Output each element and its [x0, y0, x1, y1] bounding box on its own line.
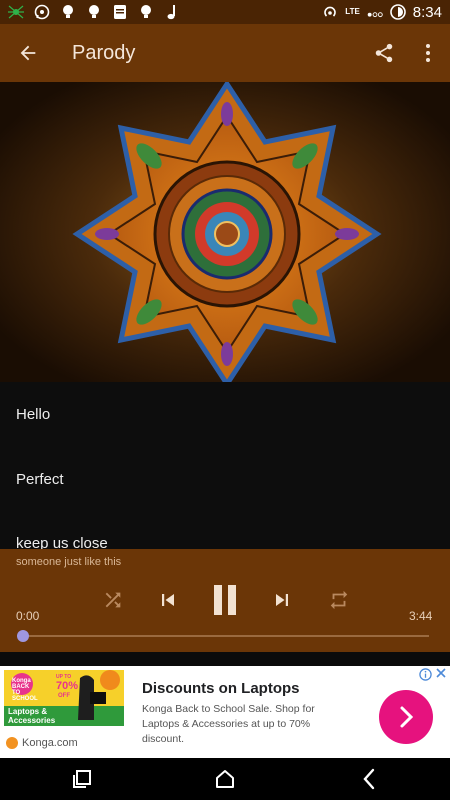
ad-title[interactable]: Discounts on Laptops [142, 680, 300, 697]
notification-icons [8, 4, 180, 20]
lyric-line: keep us close [16, 535, 108, 549]
ad-image-badge: Konga BACK TO SCHOOL [12, 678, 38, 702]
back-button[interactable] [0, 24, 56, 82]
lyric-line: Hello [16, 406, 51, 423]
shuffle-icon [105, 592, 121, 608]
elapsed-time: 0:00 [16, 609, 40, 623]
shuffle-button[interactable] [99, 582, 127, 618]
bulb-icon [138, 4, 154, 20]
pause-button[interactable] [206, 582, 244, 618]
page-title: Parody [72, 41, 136, 64]
repeat-button[interactable] [325, 582, 353, 618]
home-button[interactable] [213, 767, 237, 791]
app-bar: Parody [0, 24, 450, 82]
album-artwork [0, 82, 450, 382]
navigation-bar [0, 758, 450, 800]
ad-brand-label: Konga.com [22, 737, 78, 749]
home-icon [216, 770, 234, 788]
battery-icon [389, 4, 406, 20]
hotspot-icon [322, 4, 338, 20]
share-button[interactable] [362, 24, 406, 82]
current-lyric-line: someone just like this [16, 556, 122, 568]
more-options-button[interactable] [406, 24, 450, 82]
lyrics-panel[interactable]: Hello Perfect keep us close [0, 382, 450, 549]
ad-image-caption-1: Laptops & [8, 707, 48, 716]
konga-logo-icon [6, 737, 18, 749]
back-arrow-icon [20, 45, 36, 61]
repeat-icon [330, 590, 348, 610]
ad-brand[interactable]: Konga.com [6, 737, 78, 749]
ad-image-offer-pct: 70% [56, 680, 79, 692]
pause-icon [214, 585, 236, 615]
bulb-icon [86, 4, 102, 20]
next-button[interactable] [268, 582, 296, 618]
more-vert-icon [426, 44, 430, 62]
network-type: LTE [345, 7, 360, 16]
recents-button[interactable] [70, 767, 94, 791]
ad-info-button[interactable] [419, 668, 432, 686]
spider-icon [8, 4, 24, 20]
seek-thumb[interactable] [17, 630, 29, 642]
info-icon [419, 668, 432, 681]
lyric-line: Perfect [16, 471, 64, 488]
back-nav-button[interactable] [357, 767, 381, 791]
share-icon [375, 43, 393, 63]
signal-icon [367, 4, 383, 20]
ad-image: Konga BACK TO SCHOOL UP TO 70% OFF Lapto… [4, 670, 124, 726]
ad-image-offer-bottom: OFF [58, 693, 70, 699]
previous-icon [162, 594, 174, 606]
ad-image-caption-2: Accessories [8, 716, 56, 725]
bulb-icon [60, 4, 76, 20]
close-icon [436, 668, 446, 678]
chevron-right-icon [400, 706, 414, 728]
total-duration: 3:44 [409, 609, 433, 623]
music-note-icon [164, 4, 180, 20]
recents-icon [73, 770, 91, 788]
clock: 8:34 [412, 3, 442, 21]
next-icon [276, 594, 288, 606]
note-icon [112, 4, 128, 20]
seek-bar[interactable] [22, 635, 429, 637]
previous-button[interactable] [154, 582, 182, 618]
whatsapp-icon [34, 4, 50, 20]
player-controls: someone just like this 0:00 3:44 [0, 549, 450, 652]
ad-close-button[interactable] [435, 666, 447, 682]
status-bar: LTE 8:34 [0, 0, 450, 24]
ad-description: Konga Back to School Sale. Shop for Lapt… [142, 703, 315, 745]
back-nav-icon [363, 768, 375, 790]
ad-open-button[interactable] [379, 690, 433, 744]
system-status: LTE 8:34 [322, 4, 442, 21]
